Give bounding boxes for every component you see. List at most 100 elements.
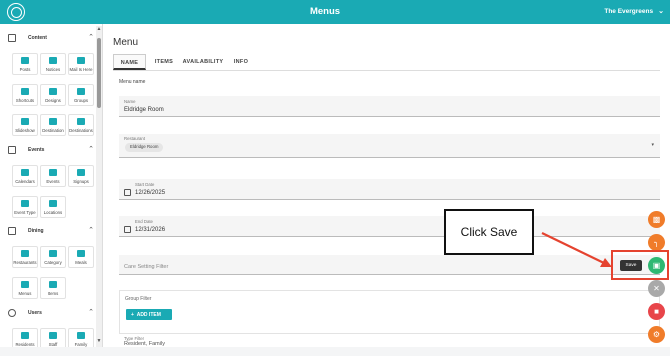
dining-button[interactable]: ╮ bbox=[648, 234, 665, 251]
group-filter-label: Group Filter bbox=[125, 296, 152, 302]
end-date-value[interactable]: 12/31/2026 bbox=[135, 227, 165, 233]
sidebar-section-dining[interactable]: Dining ⌃ bbox=[8, 227, 94, 237]
groups-icon bbox=[77, 88, 85, 95]
locations-icon bbox=[49, 200, 57, 207]
sidebar-item-destination[interactable]: Destination bbox=[40, 114, 66, 136]
name-field[interactable]: Name Eldridge Room bbox=[119, 96, 660, 117]
page-title: Menu bbox=[113, 37, 139, 48]
user-icon bbox=[8, 309, 16, 317]
sidebar-item-label: Items bbox=[47, 291, 59, 296]
callout-arrow-icon bbox=[541, 232, 612, 267]
meals-icon bbox=[77, 250, 85, 257]
gear-icon: ⚙ bbox=[652, 330, 661, 339]
sidebar-section-events[interactable]: Events ⌃ bbox=[8, 146, 94, 156]
sidebar-section-title: Events bbox=[28, 147, 45, 153]
type-filter-field[interactable]: Type Filter Resident, Family bbox=[119, 336, 660, 356]
calendar-icon[interactable] bbox=[124, 226, 131, 233]
page-header-title: Menus bbox=[309, 6, 341, 17]
scroll-down-icon[interactable]: ▼ bbox=[96, 338, 102, 344]
sidebar-item-designs[interactable]: Designs bbox=[40, 84, 66, 106]
sidebar-item-residents[interactable]: Residents bbox=[12, 328, 38, 347]
sidebar-item-notices[interactable]: Notices bbox=[40, 53, 66, 75]
sidebar-item-restaurants[interactable]: Restaurants bbox=[12, 246, 38, 268]
add-item-button[interactable]: + ADD ITEM bbox=[126, 309, 172, 320]
tab-name[interactable]: NAME bbox=[113, 54, 146, 70]
dining-icon bbox=[8, 227, 16, 235]
sidebar-section-content[interactable]: Content ⌃ bbox=[8, 34, 94, 44]
sidebar-item-shortcuts[interactable]: Shortcuts bbox=[12, 84, 38, 106]
settings-button[interactable]: ⚙ bbox=[648, 326, 665, 343]
sidebar-item-family[interactable]: Family bbox=[68, 328, 94, 347]
sidebar-item-calendars[interactable]: Calendars bbox=[12, 165, 38, 187]
slideshow-icon bbox=[21, 118, 29, 125]
sidebar-item-label: Notices bbox=[45, 67, 61, 72]
sidebar-item-category[interactable]: Category bbox=[40, 246, 66, 268]
sidebar-item-label: Family bbox=[74, 342, 88, 347]
sidebar-item-signups[interactable]: Signups bbox=[68, 165, 94, 187]
sidebar-item-label: Signups bbox=[73, 179, 89, 184]
staff-icon bbox=[49, 332, 57, 339]
sidebar-item-event-type[interactable]: Event Type bbox=[12, 196, 38, 218]
mail-icon bbox=[77, 57, 85, 64]
preview-button[interactable]: ▩ bbox=[648, 211, 665, 228]
dropdown-arrow-icon[interactable]: ▾ bbox=[651, 142, 654, 148]
organization-selector[interactable]: The Evergreens ⌄ bbox=[604, 7, 664, 15]
sidebar: Content ⌃ Posts Notices Mail Is Here Sho… bbox=[0, 24, 103, 347]
disabled-tool-button[interactable]: ✕ bbox=[648, 280, 665, 297]
chevron-up-icon: ⌃ bbox=[88, 227, 94, 234]
signups-icon bbox=[77, 169, 85, 176]
shortcuts-icon bbox=[21, 88, 29, 95]
sidebar-item-destinations[interactable]: Destinations bbox=[68, 114, 94, 136]
monitor-icon bbox=[49, 118, 57, 125]
sidebar-item-label: Calendars bbox=[15, 179, 35, 184]
calendars-icon bbox=[21, 169, 29, 176]
posts-icon bbox=[21, 57, 29, 64]
sidebar-item-label: Menus bbox=[18, 291, 32, 296]
start-date-label: Start Date bbox=[135, 182, 155, 187]
sidebar-item-menus[interactable]: Menus bbox=[12, 277, 38, 299]
sidebar-item-staff[interactable]: Staff bbox=[40, 328, 66, 347]
sidebar-item-label: Meals bbox=[75, 260, 87, 265]
scroll-up-icon[interactable]: ▲ bbox=[96, 26, 102, 32]
delete-button[interactable]: ■ bbox=[648, 303, 665, 320]
main-panel: Menu NAME ITEMS AVAILABILITY INFO Menu n… bbox=[103, 24, 670, 347]
chevron-up-icon: ⌃ bbox=[88, 34, 94, 41]
notices-icon bbox=[49, 57, 57, 64]
sidebar-item-locations[interactable]: Locations bbox=[40, 196, 66, 218]
tab-availability[interactable]: AVAILABILITY bbox=[181, 54, 225, 70]
restaurant-field[interactable]: Restaurant Eldridge Room ▾ bbox=[119, 134, 660, 158]
sidebar-item-groups[interactable]: Groups bbox=[68, 84, 94, 106]
sidebar-item-events[interactable]: Events bbox=[40, 165, 66, 187]
sidebar-item-posts[interactable]: Posts bbox=[12, 53, 38, 75]
sidebar-scrollbar-thumb[interactable] bbox=[97, 38, 101, 108]
name-field-value[interactable]: Eldridge Room bbox=[124, 107, 164, 113]
start-date-field[interactable]: Start Date 12/26/2025 bbox=[119, 179, 660, 200]
sidebar-item-mail-is-here[interactable]: Mail Is Here bbox=[68, 53, 94, 75]
restaurants-icon bbox=[21, 250, 29, 257]
tab-items[interactable]: ITEMS bbox=[149, 54, 179, 70]
organization-name: The Evergreens bbox=[604, 8, 654, 15]
sidebar-item-meals[interactable]: Meals bbox=[68, 246, 94, 268]
sidebar-section-users[interactable]: Users ⌃ bbox=[8, 309, 94, 319]
sidebar-item-label: Groups bbox=[73, 98, 89, 103]
restaurant-chip[interactable]: Eldridge Room bbox=[125, 143, 164, 152]
calendar-icon[interactable] bbox=[124, 189, 131, 196]
add-item-label: ADD ITEM bbox=[136, 312, 161, 318]
event-type-icon bbox=[21, 200, 29, 207]
tab-info[interactable]: INFO bbox=[227, 54, 255, 70]
sidebar-scrollbar[interactable] bbox=[96, 26, 102, 347]
sidebar-section-title: Users bbox=[28, 310, 42, 316]
sidebar-item-slideshow[interactable]: Slideshow bbox=[12, 114, 38, 136]
events-icon bbox=[49, 169, 57, 176]
sidebar-item-label: Category bbox=[44, 260, 62, 265]
type-filter-value[interactable]: Resident, Family bbox=[124, 341, 165, 347]
sidebar-item-label: Locations bbox=[43, 210, 63, 215]
sidebar-item-label: Restaurants bbox=[13, 260, 37, 265]
restaurant-field-label: Restaurant bbox=[124, 136, 146, 141]
sidebar-item-label: Destination bbox=[42, 128, 64, 133]
sidebar-item-items[interactable]: Items bbox=[40, 277, 66, 299]
menus-icon bbox=[21, 281, 29, 288]
sidebar-item-label: Event Type bbox=[14, 210, 36, 215]
start-date-value[interactable]: 12/26/2025 bbox=[135, 190, 165, 196]
calendar-preview-icon: ▩ bbox=[652, 215, 661, 224]
